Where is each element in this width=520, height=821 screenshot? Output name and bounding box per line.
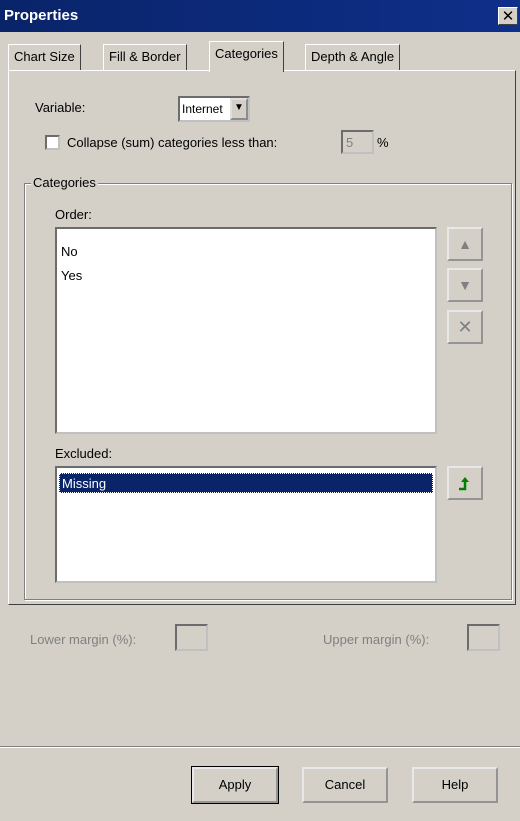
tab-chart-size[interactable]: Chart Size <box>8 44 81 70</box>
close-button[interactable]: ✕ <box>498 7 518 25</box>
restore-arrow-icon <box>459 477 469 491</box>
delete-x-icon: ✕ <box>457 317 473 337</box>
excluded-label: Excluded: <box>55 446 113 461</box>
move-down-button[interactable]: ▼ <box>447 268 483 302</box>
delete-button[interactable]: ✕ <box>447 310 483 344</box>
collapse-unit: % <box>377 135 389 150</box>
close-icon: ✕ <box>501 8 515 25</box>
list-item-selected[interactable]: Missing <box>59 473 433 493</box>
arrow-up-icon: ▲ <box>458 236 472 252</box>
help-button[interactable]: Help <box>412 767 498 803</box>
categories-group-title: Categories <box>31 175 98 190</box>
arrow-down-icon: ▼ <box>458 277 472 293</box>
variable-select[interactable]: Internet ▼ <box>178 96 250 122</box>
lower-margin-label: Lower margin (%): <box>30 632 137 647</box>
dropdown-arrow-icon[interactable]: ▼ <box>230 98 248 120</box>
tab-depth-angle[interactable]: Depth & Angle <box>305 44 401 70</box>
order-listbox[interactable]: No Yes <box>55 227 437 434</box>
collapse-label: Collapse (sum) categories less than: <box>67 135 278 150</box>
variable-label: Variable: <box>35 100 86 115</box>
collapse-threshold-field[interactable]: 5 <box>341 130 374 154</box>
move-up-button[interactable]: ▲ <box>447 227 483 261</box>
upper-margin-label: Upper margin (%): <box>323 632 430 647</box>
list-item[interactable]: No <box>61 244 78 259</box>
order-label: Order: <box>55 207 92 222</box>
upper-margin-field[interactable] <box>467 624 500 651</box>
title-bar: Properties ✕ <box>0 0 520 32</box>
window-title: Properties <box>4 7 79 24</box>
lower-margin-field[interactable] <box>175 624 208 651</box>
tab-fill-border[interactable]: Fill & Border <box>103 44 187 70</box>
collapse-checkbox[interactable] <box>45 135 60 150</box>
restore-button[interactable] <box>447 466 483 500</box>
tab-categories[interactable]: Categories <box>209 41 284 72</box>
cancel-button[interactable]: Cancel <box>302 767 388 803</box>
list-item[interactable]: Yes <box>61 268 82 283</box>
excluded-listbox[interactable]: Missing <box>55 466 437 583</box>
variable-value: Internet <box>182 102 223 116</box>
apply-button[interactable]: Apply <box>191 766 279 804</box>
